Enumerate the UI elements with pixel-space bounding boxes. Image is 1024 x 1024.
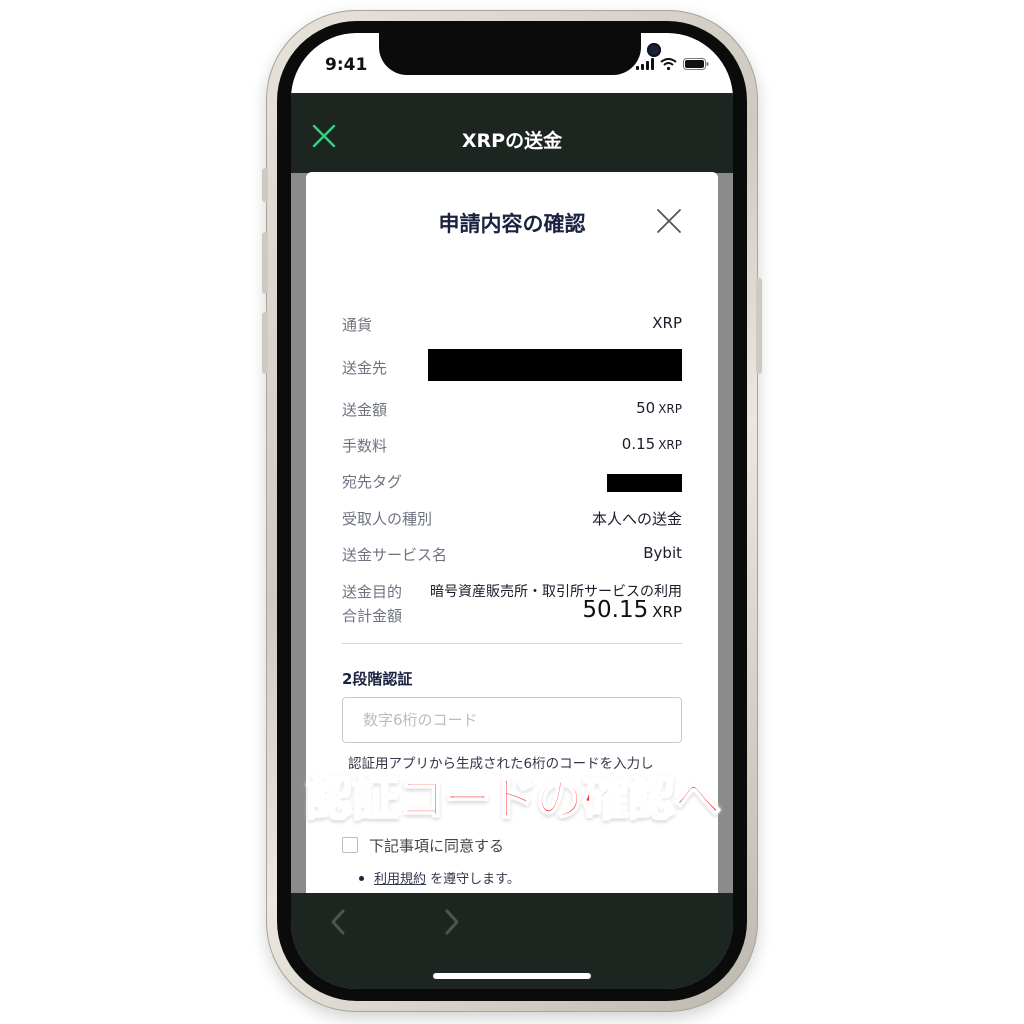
row-value: 0.15 XRP [621,435,682,453]
status-time: 9:41 [325,55,368,75]
terms-link[interactable]: 利用規約 [374,872,426,887]
status-icons [636,58,709,70]
row-label: 宛先タグ [342,473,403,491]
row-value: XRP [652,314,682,332]
row-label: 手数料 [342,437,388,455]
phone-screen: 9:41 XRPの送金 申請内容の確認 通貨 XRP 送金先 送金額 50 XR… [291,33,733,989]
row-recipient-type: 受取人の種別 本人への送金 [342,508,682,532]
redacted-destination [428,349,682,381]
row-value: 本人への送金 [591,510,682,528]
power-button [756,278,762,374]
total-value: 50.15 XRP [582,597,682,623]
notch [379,33,661,75]
redacted-destination-tag [607,474,682,492]
row-service-name: 送金サービス名 Bybit [342,544,682,568]
status-bar: 9:41 [291,33,733,93]
modal-close-icon[interactable] [656,208,682,234]
row-label: 送金額 [342,401,388,419]
row-currency: 通貨 XRP [342,314,682,338]
battery-icon [683,58,709,70]
row-value: Bybit [643,544,682,562]
chevron-right-icon[interactable] [441,907,463,937]
row-fee: 手数料 0.15 XRP [342,435,682,459]
app-header: XRPの送金 [291,93,733,173]
volume-down-button [262,312,268,374]
silent-switch [262,168,268,202]
browser-bottom-bar [291,893,733,989]
signal-icon [636,58,654,70]
wifi-icon [660,58,677,70]
volume-up-button [262,232,268,294]
agree-checkbox[interactable] [342,837,358,853]
row-label: 受取人の種別 [342,510,433,528]
row-label: 通貨 [342,316,373,334]
overlay-caption: 認証コードの確認へ [305,771,722,828]
row-label: 送金サービス名 [342,546,448,564]
front-camera [647,43,661,57]
two-factor-code-input[interactable] [342,697,682,743]
two-factor-title: 2段階認証 [342,670,413,688]
chevron-left-icon[interactable] [327,907,349,937]
row-label: 送金先 [342,359,388,377]
agree-label: 下記事項に同意する [369,837,505,855]
header-title: XRPの送金 [461,130,563,152]
bullet-icon [359,876,364,881]
divider [342,643,682,644]
total-label: 合計金額 [342,607,403,625]
row-amount: 送金額 50 XRP [342,399,682,423]
row-value: 50 XRP [636,399,682,417]
home-indicator[interactable] [433,973,591,979]
terms-line: 利用規約 を遵守します。 [374,872,520,887]
total-amount: 合計金額 50.15 XRP [342,597,682,631]
